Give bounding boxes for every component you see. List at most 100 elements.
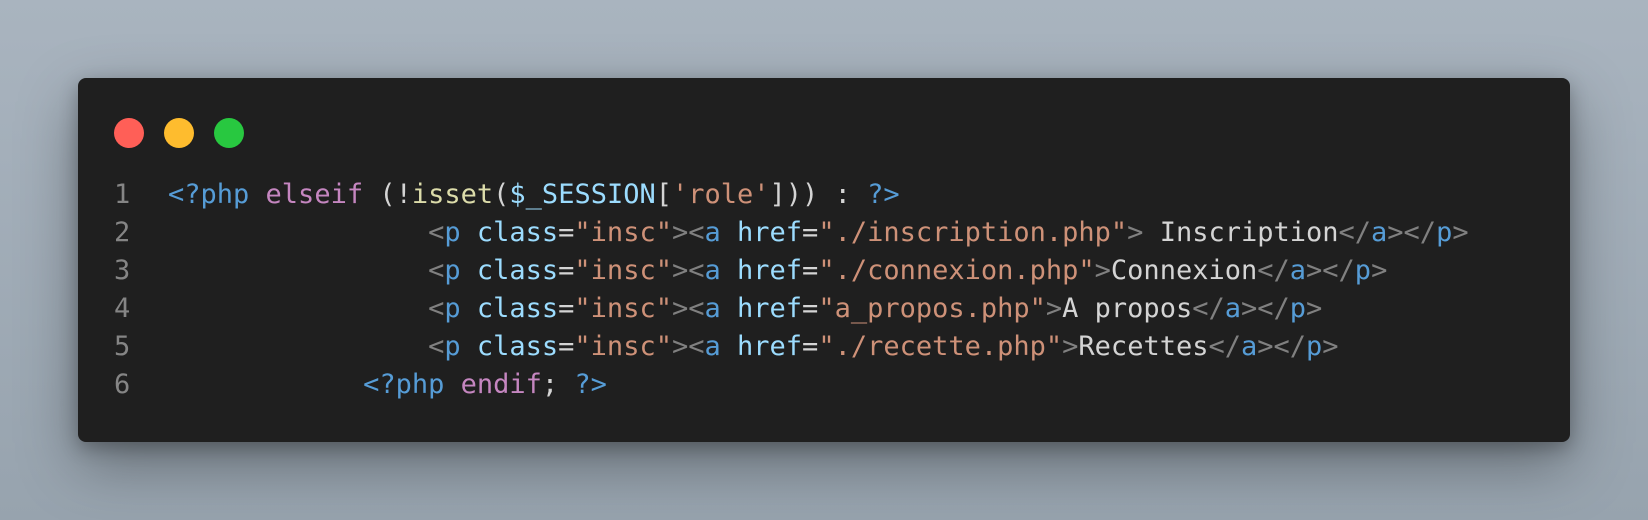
code-token: > <box>1322 331 1339 362</box>
code-token: > <box>1045 293 1063 324</box>
code-token: class <box>476 331 559 362</box>
code-token: < <box>168 255 445 286</box>
code-line: 4 <p class="insc"><a href="a_propos.php"… <box>78 290 1570 328</box>
code-token: A propos <box>1062 293 1193 324</box>
code-token: = <box>802 293 819 324</box>
code-token: p <box>1289 293 1307 324</box>
code-token: ])) : <box>769 179 868 210</box>
code-token: > <box>1127 217 1144 248</box>
code-token: >< <box>671 217 705 248</box>
code-token: ></ <box>1240 293 1290 324</box>
code-text: <p class="insc"><a href="a_propos.php">A… <box>168 290 1322 328</box>
code-token: href <box>737 217 803 248</box>
code-token: 'role' <box>672 179 770 210</box>
code-token: "./inscription.php" <box>818 217 1128 248</box>
maximize-icon[interactable] <box>214 118 244 148</box>
line-number: 2 <box>114 217 131 248</box>
code-token: href <box>737 255 803 286</box>
code-token: ></ <box>1387 217 1437 248</box>
code-line: 1 <?php elseif (!isset($_SESSION['role'])… <box>78 176 1570 214</box>
code-token: > <box>1062 331 1079 362</box>
code-token: </ <box>1338 217 1372 248</box>
code-token: < <box>168 293 445 324</box>
code-token: "insc" <box>574 217 672 248</box>
code-token: = <box>558 331 575 362</box>
code-token: ?> <box>574 369 607 400</box>
code-token: elseif <box>265 179 364 210</box>
code-token: </ <box>1208 331 1241 362</box>
code-token: > <box>1371 255 1388 286</box>
code-token: ?> <box>867 179 900 210</box>
code-token: class <box>476 255 559 286</box>
code-block: 1 <?php elseif (!isset($_SESSION['role'])… <box>78 176 1570 404</box>
code-token: >< <box>671 331 705 362</box>
line-number: 5 <box>114 331 131 362</box>
code-token: endif <box>460 369 542 400</box>
code-token: Inscription <box>1143 217 1339 248</box>
code-token: > <box>1094 255 1111 286</box>
code-token: a <box>1240 331 1258 362</box>
code-text: <p class="insc"><a href="./inscription.p… <box>168 214 1469 252</box>
code-token: href <box>737 331 803 362</box>
code-token: "insc" <box>574 331 672 362</box>
code-token: a <box>704 255 721 286</box>
code-token: p <box>1436 217 1453 248</box>
code-token: "insc" <box>574 293 672 324</box>
code-token: a <box>704 293 721 324</box>
code-token: < <box>168 217 445 248</box>
code-token: ></ <box>1306 255 1355 286</box>
code-token: > <box>1306 293 1323 324</box>
minimize-icon[interactable] <box>164 118 194 148</box>
code-token: >< <box>671 293 705 324</box>
code-line: 2 <p class="insc"><a href="./inscription… <box>78 214 1570 252</box>
code-text: <?php elseif (!isset($_SESSION['role']))… <box>168 176 900 214</box>
code-token: ( <box>493 179 510 210</box>
code-token: class <box>476 217 559 248</box>
code-token: </ <box>1257 255 1290 286</box>
close-icon[interactable] <box>114 118 144 148</box>
code-text: <?php endif; ?> <box>168 366 607 404</box>
code-token: ></ <box>1257 331 1307 362</box>
code-token: a <box>1224 293 1241 324</box>
code-token: <?php <box>168 179 250 210</box>
code-token: p <box>444 255 461 286</box>
code-token: a <box>704 217 721 248</box>
line-number: 4 <box>114 293 131 324</box>
code-token: = <box>802 217 819 248</box>
code-token: "insc" <box>574 255 672 286</box>
code-token: class <box>476 293 559 324</box>
code-token: "./connexion.php" <box>818 255 1095 286</box>
code-text: <p class="insc"><a href="./connexion.php… <box>168 252 1387 290</box>
code-token: a <box>704 331 721 362</box>
line-number: 3 <box>114 255 131 286</box>
code-token: p <box>1354 255 1372 286</box>
code-token: </ <box>1192 293 1225 324</box>
code-token: = <box>558 293 575 324</box>
code-token: href <box>737 293 803 324</box>
code-token: = <box>802 331 819 362</box>
code-token: p <box>444 331 461 362</box>
code-line: 5 <p class="insc"><a href="./recette.php… <box>78 328 1570 366</box>
code-token: = <box>802 255 819 286</box>
code-token: >< <box>671 255 705 286</box>
code-token: > <box>1452 217 1469 248</box>
code-text: <p class="insc"><a href="./recette.php">… <box>168 328 1339 366</box>
code-token: <?php <box>363 369 445 400</box>
code-token: "a_propos.php" <box>818 293 1046 324</box>
code-token: Recettes <box>1078 331 1209 362</box>
code-token: = <box>558 217 575 248</box>
code-token: Connexion <box>1110 255 1258 286</box>
code-token: ; <box>541 369 575 400</box>
code-token: < <box>168 331 445 362</box>
code-line: 3 <p class="insc"><a href="./connexion.p… <box>78 252 1570 290</box>
line-number: 1 <box>114 179 131 210</box>
